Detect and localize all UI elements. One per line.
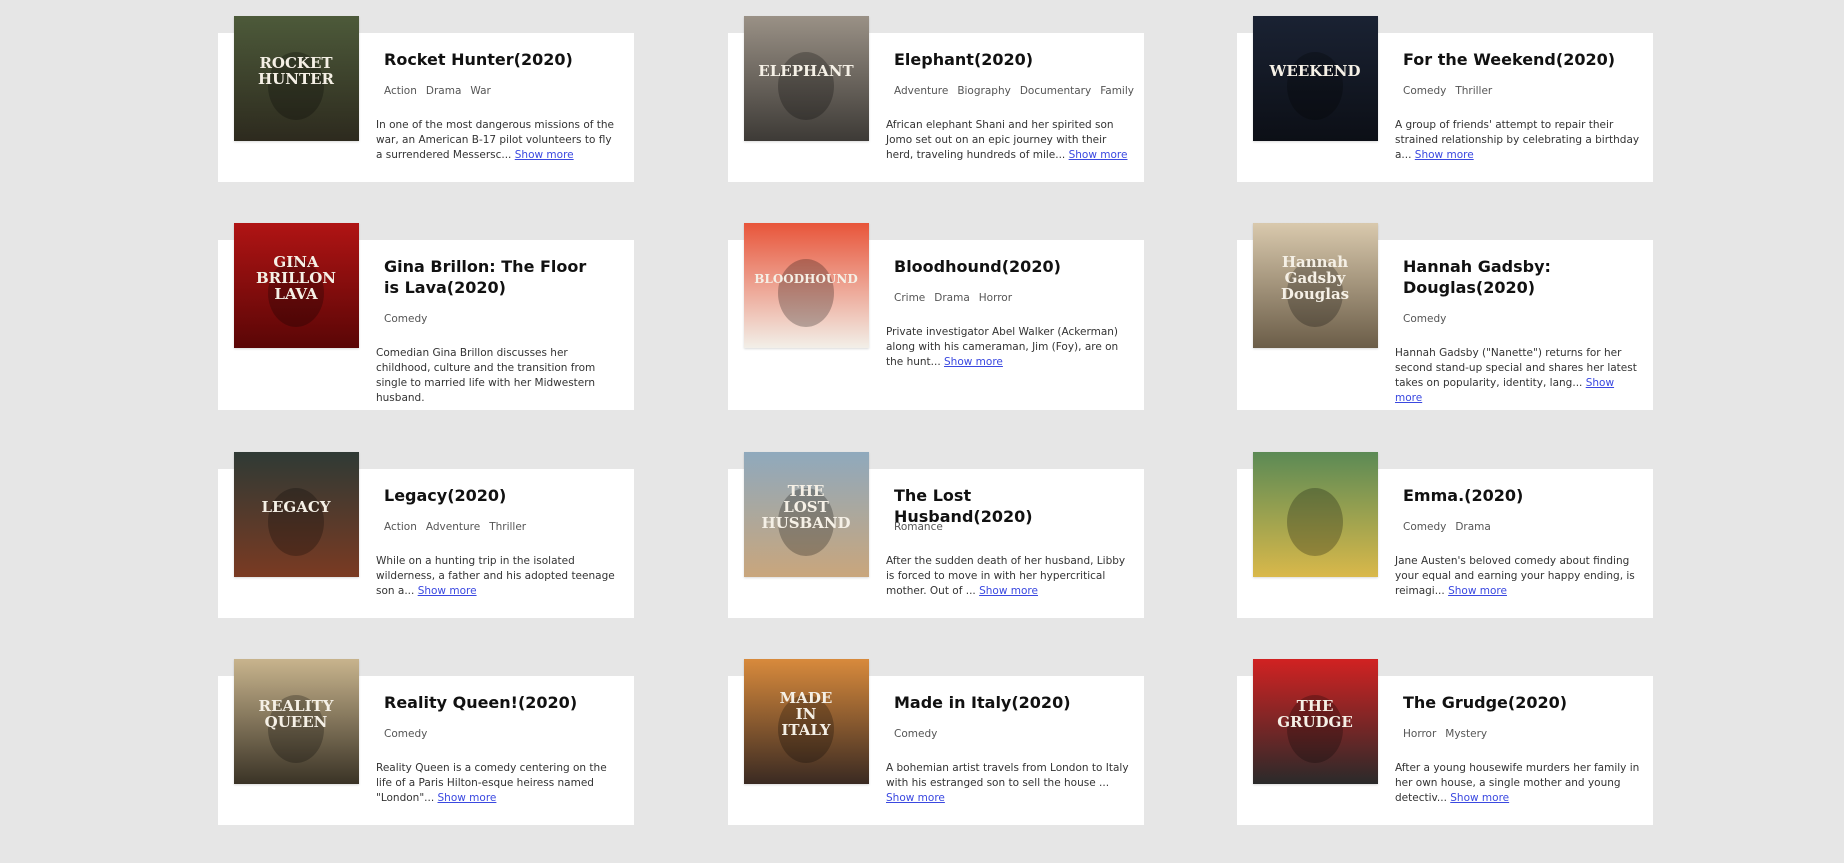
svg-text:GRUDGE: GRUDGE [1277, 713, 1353, 731]
movie-title[interactable]: Bloodhound(2020) [894, 256, 1114, 277]
movie-description: A group of friends' attempt to repair th… [1395, 118, 1640, 163]
movie-title[interactable]: Emma.(2020) [1403, 485, 1623, 506]
movie-poster[interactable]: Hannah Gadsby Douglas [1253, 223, 1378, 348]
movie-poster[interactable]: THE LOST HUSBAND [744, 452, 869, 577]
svg-text:ELEPHANT: ELEPHANT [758, 62, 854, 80]
genre-tag: Thriller [489, 521, 527, 533]
genre-tag: Romance [894, 521, 943, 533]
movie-description: Reality Queen is a comedy centering on t… [376, 761, 621, 806]
movie-description: While on a hunting trip in the isolated … [376, 554, 621, 599]
movie-poster[interactable]: ROCKET HUNTER [234, 16, 359, 141]
svg-text:Douglas: Douglas [1281, 285, 1349, 303]
show-more-link[interactable]: Show more [944, 356, 1003, 368]
genre-tag: Action [384, 521, 417, 533]
svg-text:HUNTER: HUNTER [258, 70, 335, 88]
movie-title[interactable]: For the Weekend(2020) [1403, 49, 1623, 70]
movie-description: Private investigator Abel Walker (Ackerm… [886, 325, 1131, 370]
genre-tag: Family [1100, 85, 1134, 97]
genre-tag: Biography [957, 85, 1011, 97]
movie-title[interactable]: The Grudge(2020) [1403, 692, 1623, 713]
genre-tag: Crime [894, 292, 926, 304]
genre-tag: Mystery [1445, 728, 1488, 740]
genre-list: Crime Drama Horror [894, 292, 1021, 304]
genre-list: Romance [894, 521, 952, 533]
genre-tag: Comedy [894, 728, 938, 740]
movie-title[interactable]: Reality Queen!(2020) [384, 692, 604, 713]
movie-title[interactable]: Elephant(2020) [894, 49, 1114, 70]
genre-tag: Adventure [425, 521, 481, 533]
genre-list: Comedy [1403, 313, 1455, 325]
description-text: A bohemian artist travels from London to… [886, 762, 1129, 789]
genre-list: Comedy [894, 728, 946, 740]
movie-poster[interactable]: BLOODHOUND [744, 223, 869, 348]
movie-poster[interactable] [1253, 452, 1378, 577]
show-more-link[interactable]: Show more [1450, 792, 1509, 804]
show-more-link[interactable]: Show more [418, 585, 477, 597]
movie-description: Comedian Gina Brillon discusses her chil… [376, 346, 621, 406]
show-more-link[interactable]: Show more [1448, 585, 1507, 597]
svg-text:QUEEN: QUEEN [265, 713, 328, 731]
show-more-link[interactable]: Show more [1069, 149, 1128, 161]
movie-poster[interactable]: REALITY QUEEN [234, 659, 359, 784]
genre-tag: Thriller [1455, 85, 1493, 97]
movie-description: After a young housewife murders her fami… [1395, 761, 1640, 806]
movie-title[interactable]: Made in Italy(2020) [894, 692, 1114, 713]
movie-title[interactable]: Legacy(2020) [384, 485, 604, 506]
show-more-link[interactable]: Show more [979, 585, 1038, 597]
svg-text:BLOODHOUND: BLOODHOUND [754, 272, 858, 286]
show-more-link[interactable]: Show more [886, 792, 945, 804]
movie-description: Jane Austen's beloved comedy about findi… [1395, 554, 1640, 599]
movie-poster[interactable]: MADE IN ITALY [744, 659, 869, 784]
movie-description: African elephant Shani and her spirited … [886, 118, 1131, 163]
description-text: Comedian Gina Brillon discusses her chil… [376, 347, 596, 404]
genre-list: Action Adventure Thriller [384, 521, 535, 533]
movie-poster[interactable]: WEEKEND [1253, 16, 1378, 141]
show-more-link[interactable]: Show more [1415, 149, 1474, 161]
movie-poster[interactable]: THE GRUDGE [1253, 659, 1378, 784]
movie-poster[interactable]: ELEPHANT [744, 16, 869, 141]
genre-list: Horror Mystery [1403, 728, 1496, 740]
show-more-link[interactable]: Show more [515, 149, 574, 161]
movie-title[interactable]: Gina Brillon: The Floor is Lava(2020) [384, 256, 604, 298]
show-more-link[interactable]: Show more [438, 792, 497, 804]
genre-list: Comedy [384, 313, 436, 325]
svg-text:ITALY: ITALY [781, 721, 831, 739]
svg-text:LEGACY: LEGACY [261, 498, 330, 516]
svg-text:WEEKEND: WEEKEND [1269, 62, 1361, 80]
genre-list: Comedy [384, 728, 436, 740]
movie-description: A bohemian artist travels from London to… [886, 761, 1131, 806]
genre-tag: Drama [934, 292, 970, 304]
genre-list: Adventure Biography Documentary Family [894, 85, 1143, 97]
description-text: After a young housewife murders her fami… [1395, 762, 1640, 804]
genre-tag: Horror [1403, 728, 1437, 740]
genre-tag: Comedy [1403, 313, 1447, 325]
svg-text:LAVA: LAVA [274, 285, 318, 303]
genre-tag: Comedy [384, 313, 428, 325]
genre-tag: War [470, 85, 491, 97]
genre-tag: Comedy [1403, 521, 1447, 533]
genre-list: Comedy Thriller [1403, 85, 1501, 97]
genre-tag: Drama [1455, 521, 1491, 533]
genre-tag: Documentary [1019, 85, 1092, 97]
svg-text:HUSBAND: HUSBAND [761, 514, 850, 532]
description-text: Jane Austen's beloved comedy about findi… [1395, 555, 1635, 597]
genre-tag: Drama [425, 85, 462, 97]
genre-tag: Comedy [384, 728, 428, 740]
genre-tag: Comedy [1403, 85, 1447, 97]
genre-list: Comedy Drama [1403, 521, 1500, 533]
movie-description: Hannah Gadsby ("Nanette") returns for he… [1395, 346, 1640, 406]
genre-tag: Action [384, 85, 417, 97]
genre-tag: Horror [978, 292, 1013, 304]
movie-description: In one of the most dangerous missions of… [376, 118, 621, 163]
movie-description: After the sudden death of her husband, L… [886, 554, 1131, 599]
movie-poster[interactable]: LEGACY [234, 452, 359, 577]
movie-poster[interactable]: GINA BRILLON LAVA [234, 223, 359, 348]
description-text: In one of the most dangerous missions of… [376, 119, 615, 161]
description-text: While on a hunting trip in the isolated … [376, 555, 615, 597]
genre-tag: Adventure [894, 85, 949, 97]
genre-list: Action Drama War [384, 85, 500, 97]
movie-title[interactable]: Hannah Gadsby: Douglas(2020) [1403, 256, 1623, 298]
movie-title[interactable]: Rocket Hunter(2020) [384, 49, 604, 70]
